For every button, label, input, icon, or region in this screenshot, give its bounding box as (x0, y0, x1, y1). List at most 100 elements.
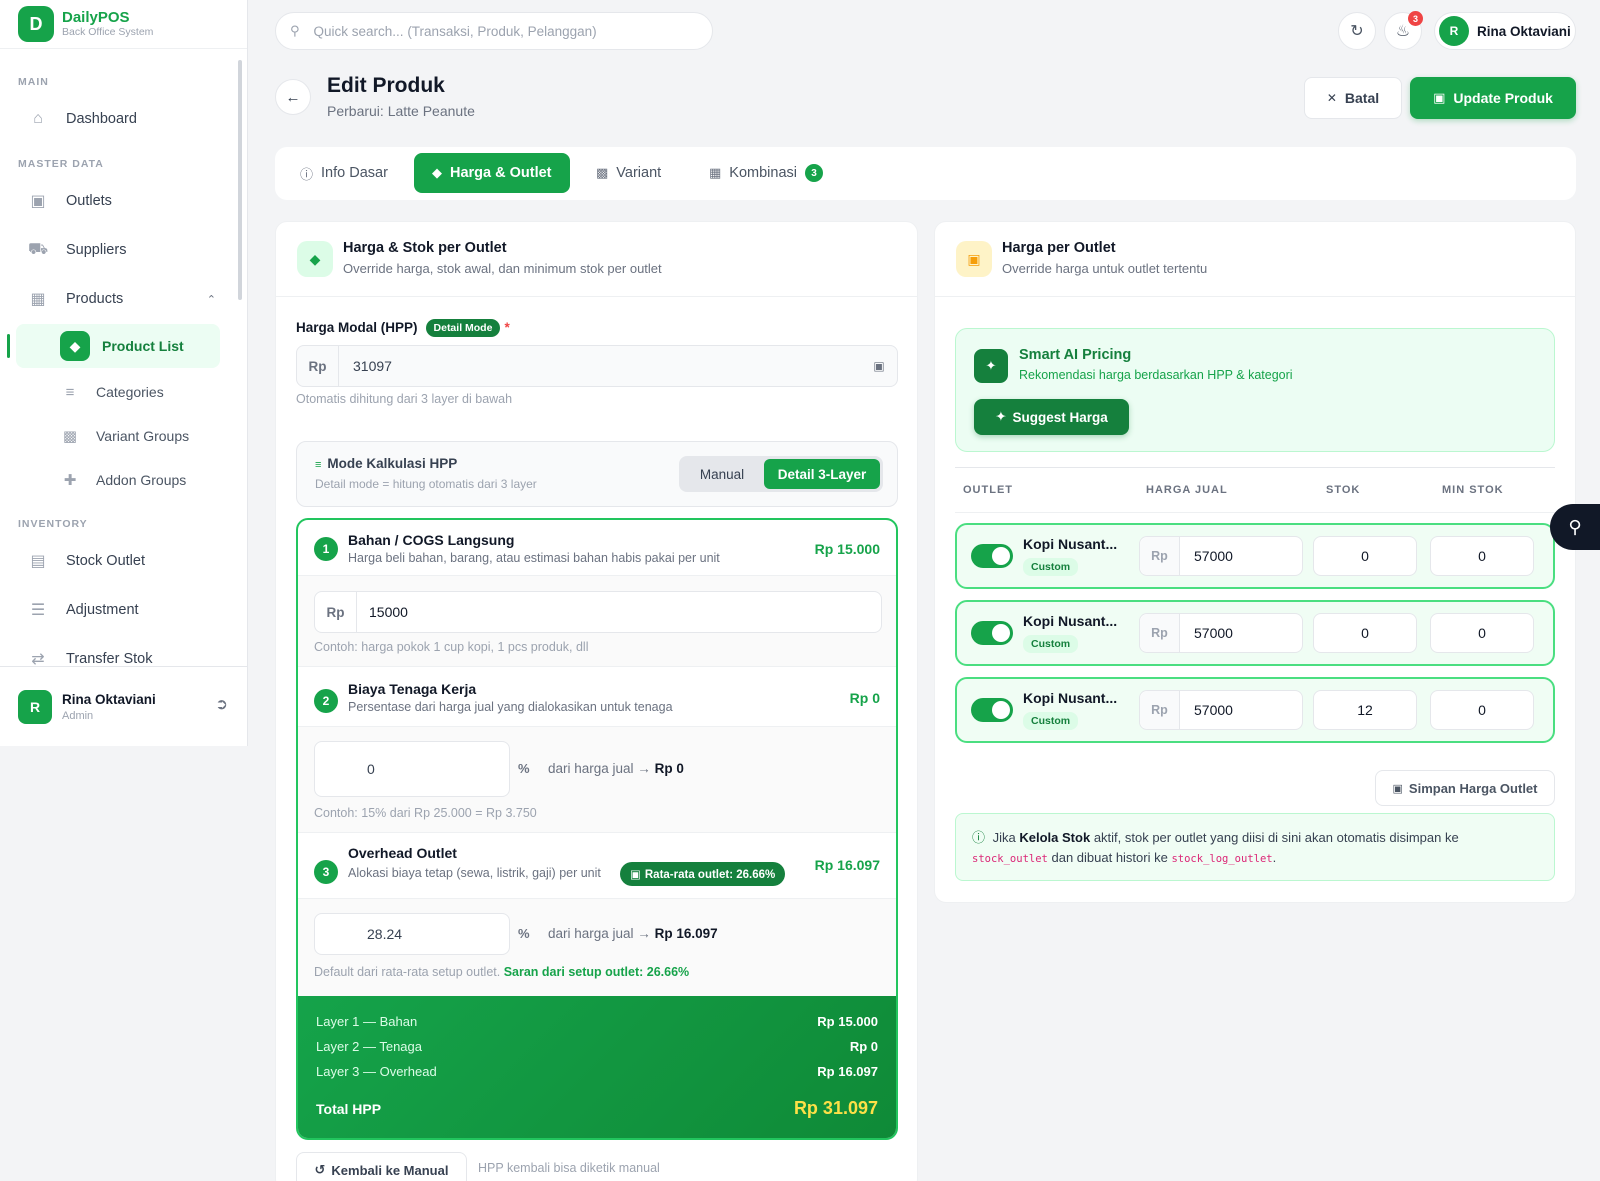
outlet-toggle[interactable] (971, 621, 1013, 645)
tab-variant[interactable]: ▩ Variant (578, 153, 679, 193)
price-input[interactable]: Rp 57000 (1139, 536, 1303, 576)
brand[interactable]: D DailyPOS Back Office System (0, 0, 247, 49)
labor-note-value: Rp 0 (654, 761, 684, 776)
mode-detail-option[interactable]: Detail 3-Layer (764, 459, 880, 489)
search-placeholder: Quick search... (Transaksi, Produk, Pela… (313, 23, 597, 39)
outlet-name: Kopi Nusant... (1023, 613, 1118, 629)
hpp-field[interactable]: Rp 31097 ▣ (296, 345, 898, 387)
tab-info-dasar[interactable]: ⓘ Info Dasar (282, 153, 406, 193)
overhead-pct-value: 28.24 (367, 926, 403, 942)
sidebar-item-dashboard[interactable]: ⌂ Dashboard (28, 104, 137, 134)
layer-body: 28.24 % dari harga jual → Rp 16.097 Defa… (298, 898, 896, 1000)
layer-subtitle: Alokasi biaya tetap (sewa, listrik, gaji… (348, 866, 601, 880)
inspector-button[interactable]: ⚲ (1550, 504, 1600, 550)
sliders-icon: ☰ (30, 602, 46, 619)
price-input[interactable]: Rp 57000 (1139, 613, 1303, 653)
sidebar-item-label: Variant Groups (96, 428, 190, 444)
back-to-manual-button[interactable]: ↺ Kembali ke Manual (296, 1152, 467, 1181)
currency-prefix: Rp (315, 592, 357, 632)
sidebar-item-product-list[interactable]: ◆ Product List (60, 331, 184, 361)
min-stock-input[interactable]: 0 (1430, 613, 1534, 653)
code-search-icon: ⚲ (1568, 516, 1582, 537)
puzzle-icon: ✚ (63, 472, 77, 489)
logout-icon[interactable]: ➲ (215, 695, 228, 713)
avatar: R (1439, 16, 1469, 46)
user-menu[interactable]: R Rina Oktaviani (1434, 12, 1576, 50)
calc-mode-title: ≡ Mode Kalkulasi HPP (315, 456, 457, 471)
table-divider (955, 512, 1555, 513)
brand-subtitle: Back Office System (62, 26, 154, 39)
table-row: Kopi Nusant... Custom Rp 57000 0 0 (955, 600, 1555, 666)
price-value: 57000 (1194, 548, 1233, 564)
layer-title: Bahan / COGS Langsung (348, 532, 515, 548)
table-row: Kopi Nusant... Custom Rp 57000 0 0 (955, 523, 1555, 589)
chevron-up-icon[interactable]: ⌃ (207, 293, 216, 306)
notification-button[interactable]: ♨ 3 (1384, 11, 1423, 50)
info-text-3: dan dibuat histori ke (1051, 850, 1168, 865)
min-stock-input[interactable]: 0 (1430, 690, 1534, 730)
sidebar-item-suppliers[interactable]: ⛟ Suppliers (28, 235, 127, 265)
sidebar-scrollbar[interactable] (238, 60, 242, 300)
custom-badge: Custom (1023, 712, 1079, 730)
cogs-input[interactable]: Rp 15000 (314, 591, 882, 633)
overhead-pct-input[interactable]: 28.24 (314, 913, 510, 955)
search-input[interactable]: ⚲ Quick search... (Transaksi, Produk, Pe… (275, 12, 713, 50)
currency-prefix: Rp (1140, 537, 1180, 575)
sidebar-item-categories[interactable]: ≡ Categories (60, 377, 164, 407)
column-header-outlet: OUTLET (963, 484, 1013, 496)
suggest-price-button[interactable]: ✦ Suggest Harga (974, 399, 1129, 435)
card-subtitle: Override harga untuk outlet tertentu (1002, 261, 1208, 276)
min-stock-input[interactable]: 0 (1430, 536, 1534, 576)
layer-body: Rp 15000 Contoh: harga pokok 1 cup kopi,… (298, 575, 896, 667)
magic-icon: ✦ (995, 409, 1007, 424)
cogs-value: 15000 (369, 604, 408, 620)
stock-input[interactable]: 0 (1313, 613, 1417, 653)
cancel-label: Batal (1344, 90, 1380, 106)
section-master-data: MASTER DATA (18, 158, 104, 170)
sidebar-item-adjustment[interactable]: ☰ Adjustment (28, 595, 139, 625)
section-inventory: INVENTORY (18, 518, 88, 530)
sidebar-item-stock-outlet[interactable]: ▤ Stock Outlet (28, 546, 145, 576)
sidebar-item-variant-groups[interactable]: ▩ Variant Groups (60, 421, 189, 451)
magic-icon: ✦ (974, 349, 1008, 383)
update-product-button[interactable]: ▣ Update Produk (1410, 77, 1576, 119)
arrow-left-icon: ← (285, 88, 301, 106)
sidebar-item-outlets[interactable]: ▣ Outlets (28, 186, 112, 216)
outlet-toggle[interactable] (971, 698, 1013, 722)
sidebar-item-label: Dashboard (66, 111, 137, 127)
tab-count-badge: 3 (805, 164, 823, 182)
summary-value: Rp 16.097 (817, 1064, 878, 1079)
column-header-price: HARGA JUAL (1146, 484, 1228, 496)
sidebar-item-label: Adjustment (66, 602, 139, 618)
sidebar-item-label: Transfer Stok (66, 651, 153, 667)
save-outlet-price-button[interactable]: ▣ Simpan Harga Outlet (1375, 770, 1555, 806)
stock-input[interactable]: 12 (1313, 690, 1417, 730)
tab-label: Variant (616, 165, 662, 181)
sidebar-item-addon-groups[interactable]: ✚ Addon Groups (60, 465, 187, 495)
percent-sign: % (518, 761, 530, 776)
back-button[interactable]: ← (275, 79, 311, 115)
card-header: ◆ Harga & Stok per Outlet Override harga… (276, 222, 917, 297)
ai-subtitle: Rekomendasi harga berdasarkan HPP & kate… (1019, 368, 1293, 382)
mode-manual-option[interactable]: Manual (682, 459, 762, 489)
sidebar-item-products[interactable]: ▦ Products ⌃ (28, 284, 216, 314)
tab-harga-outlet[interactable]: ◆ Harga & Outlet (414, 153, 570, 193)
info-icon: ⓘ (972, 830, 986, 845)
stock-input[interactable]: 0 (1313, 536, 1417, 576)
layer-amount: Rp 16.097 (814, 857, 880, 873)
cancel-button[interactable]: ✕ Batal (1304, 77, 1402, 119)
refresh-button[interactable]: ↻ (1338, 12, 1376, 50)
outlet-toggle[interactable] (971, 544, 1013, 568)
layer-number: 3 (314, 860, 338, 884)
info-text-1: Jika (992, 830, 1016, 845)
page-subtitle: Perbarui: Latte Peanute (327, 103, 475, 119)
info-code-stock-log: stock_log_outlet (1171, 853, 1273, 865)
price-input[interactable]: Rp 57000 (1139, 690, 1303, 730)
cogs-hint: Contoh: harga pokok 1 cup kopi, 1 pcs pr… (314, 640, 589, 654)
tab-kombinasi[interactable]: ▦ Kombinasi 3 (691, 153, 841, 193)
labor-pct-input[interactable]: 0 (314, 741, 510, 797)
user-name: Rina Oktaviani (62, 691, 156, 707)
sidebar-item-label: Outlets (66, 193, 112, 209)
overhead-hint-text: Default dari rata-rata setup outlet. (314, 965, 501, 979)
calc-mode-subtitle: Detail mode = hitung otomatis dari 3 lay… (315, 477, 537, 491)
